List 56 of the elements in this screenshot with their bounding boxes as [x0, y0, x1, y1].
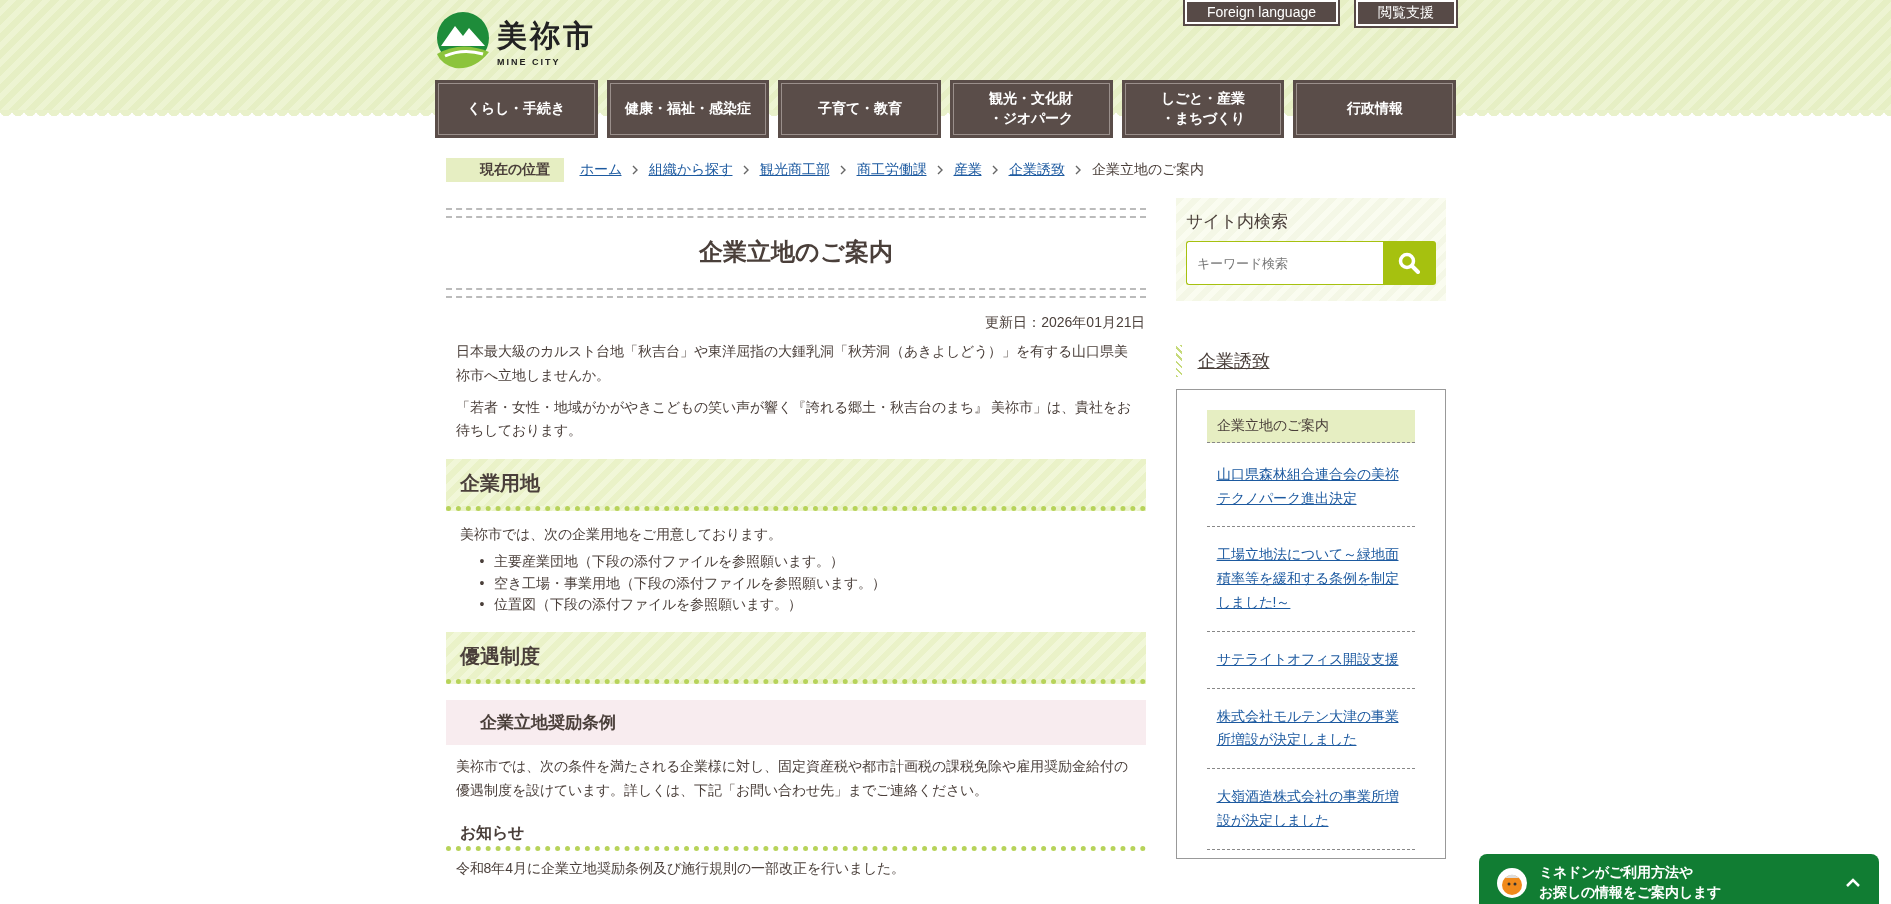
search-icon — [1398, 252, 1420, 274]
list-item: 主要産業団地（下段の添付ファイルを参照願います。） — [494, 552, 845, 571]
body-paragraph: 「若者・女性・地域がかがやきこどもの笑い声が響く『誇れる郷土・秋吉台のまち』 美祢市」は、貴社をお待ちしております。 — [455, 397, 1133, 441]
nav-menu-button[interactable]: 健康・福祉・感染症 — [606, 80, 770, 138]
breadcrumb-link[interactable]: 観光商工部 — [759, 161, 830, 179]
subsection-heading: 企業立地奨励条例 — [445, 700, 1146, 746]
chevron-icon — [631, 165, 639, 175]
chevron-icon — [839, 165, 847, 175]
chevron-icon — [991, 165, 999, 175]
breadcrumb-link[interactable]: 商工労働課 — [856, 161, 927, 179]
breadcrumb-link[interactable]: 産業 — [953, 161, 982, 179]
list-item: 位置図（下段の添付ファイルを参照願います。） — [494, 595, 803, 615]
category-item-link[interactable]: 工場立地法について～緑地面積率等を緩和する条例を制定しました!～ — [1216, 543, 1405, 615]
nav-menu-button[interactable]: 子育て・教育 — [778, 80, 941, 138]
page-title: 企業立地のご案内 — [697, 237, 894, 267]
nav-menu-button[interactable]: くらし・手続き — [435, 80, 598, 138]
chevron-icon — [1074, 165, 1082, 175]
chevron-icon — [742, 165, 750, 175]
category-item-link[interactable]: サテライトオフィス開設支援 — [1216, 647, 1405, 672]
bullet: • — [479, 552, 485, 571]
category-item-link[interactable]: 大嶺酒造株式会社の事業所増設が決定しました — [1216, 785, 1405, 833]
breadcrumb-link[interactable]: 企業誘致 — [1008, 161, 1065, 179]
current-page-item: 企業立地のご案内 — [1216, 416, 1330, 435]
body-paragraph: 美祢市では、次の企業用地をご用意しております。 — [459, 525, 783, 545]
breadcrumb-link[interactable]: 組織から探す — [648, 161, 733, 179]
chevron-up-icon — [1845, 878, 1861, 888]
utility-button[interactable]: Foreign language — [1185, 0, 1338, 24]
notice-heading: お知らせ — [445, 820, 1146, 851]
bullet: • — [479, 595, 485, 615]
nav-menu-button[interactable]: 行政情報 — [1293, 80, 1457, 138]
category-item-link[interactable]: 山口県森林組合連合会の美祢テクノパーク進出決定 — [1216, 462, 1405, 511]
chevron-icon — [936, 165, 944, 175]
updated-date: 更新日：2026年01月21日 — [984, 314, 1146, 332]
nav-menu-button[interactable]: 観光・文化財 ・ジオパーク — [950, 80, 1113, 138]
location-label: 現在の位置 — [445, 158, 564, 182]
category-item-link[interactable]: 株式会社モルテン大津の事業所増設が決定しました — [1216, 704, 1405, 753]
logo-subtitle: MINE CITY — [497, 56, 562, 67]
list-item: 空き工場・事業用地（下段の添付ファイルを参照願います。） — [494, 573, 887, 593]
search-title: サイト内検索 — [1185, 211, 1289, 233]
nav-menu-button[interactable]: しごと・産業 ・まちづくり — [1121, 80, 1285, 138]
body-paragraph: 日本最大級のカルスト台地「秋吉台」や東洋屈指の大鍾乳洞「秋芳洞（あきよしどう）」を有する山口県美祢市へ立地しませんか。 — [455, 342, 1129, 385]
body-paragraph: 美祢市では、次の条件を満たされる企業様に対し、固定資産税や都市計画税の課税免除や雇用奨励金給付の優遇制度を設けています。詳しくは、下記「お問い合わせ先」までご連絡ください。 — [455, 757, 1129, 800]
category-link[interactable]: 企業誘致 — [1197, 349, 1270, 373]
breadcrumb-link[interactable]: ホーム — [579, 161, 622, 179]
mascot-icon — [1497, 868, 1527, 898]
search-field[interactable]: キーワード検索 — [1185, 241, 1383, 285]
body-paragraph: 令和8年4月に企業立地奨励条例及び施行規則の一部改正を行いました。 — [455, 858, 907, 878]
search-button[interactable] — [1382, 241, 1436, 285]
bullet: • — [479, 573, 485, 593]
section-heading: 企業用地 — [445, 459, 1146, 512]
logo-title: 美祢市 — [497, 17, 596, 54]
section-heading: 優遇制度 — [445, 632, 1146, 685]
breadcrumb-current: 企業立地のご案内 — [1091, 161, 1204, 179]
utility-button[interactable]: 閲覧支援 — [1356, 0, 1456, 26]
assistant-bar[interactable]: ミネドンがご利用方法や お探しの情報をご案内します — [1479, 854, 1879, 904]
mountain-logo-icon — [435, 12, 491, 70]
